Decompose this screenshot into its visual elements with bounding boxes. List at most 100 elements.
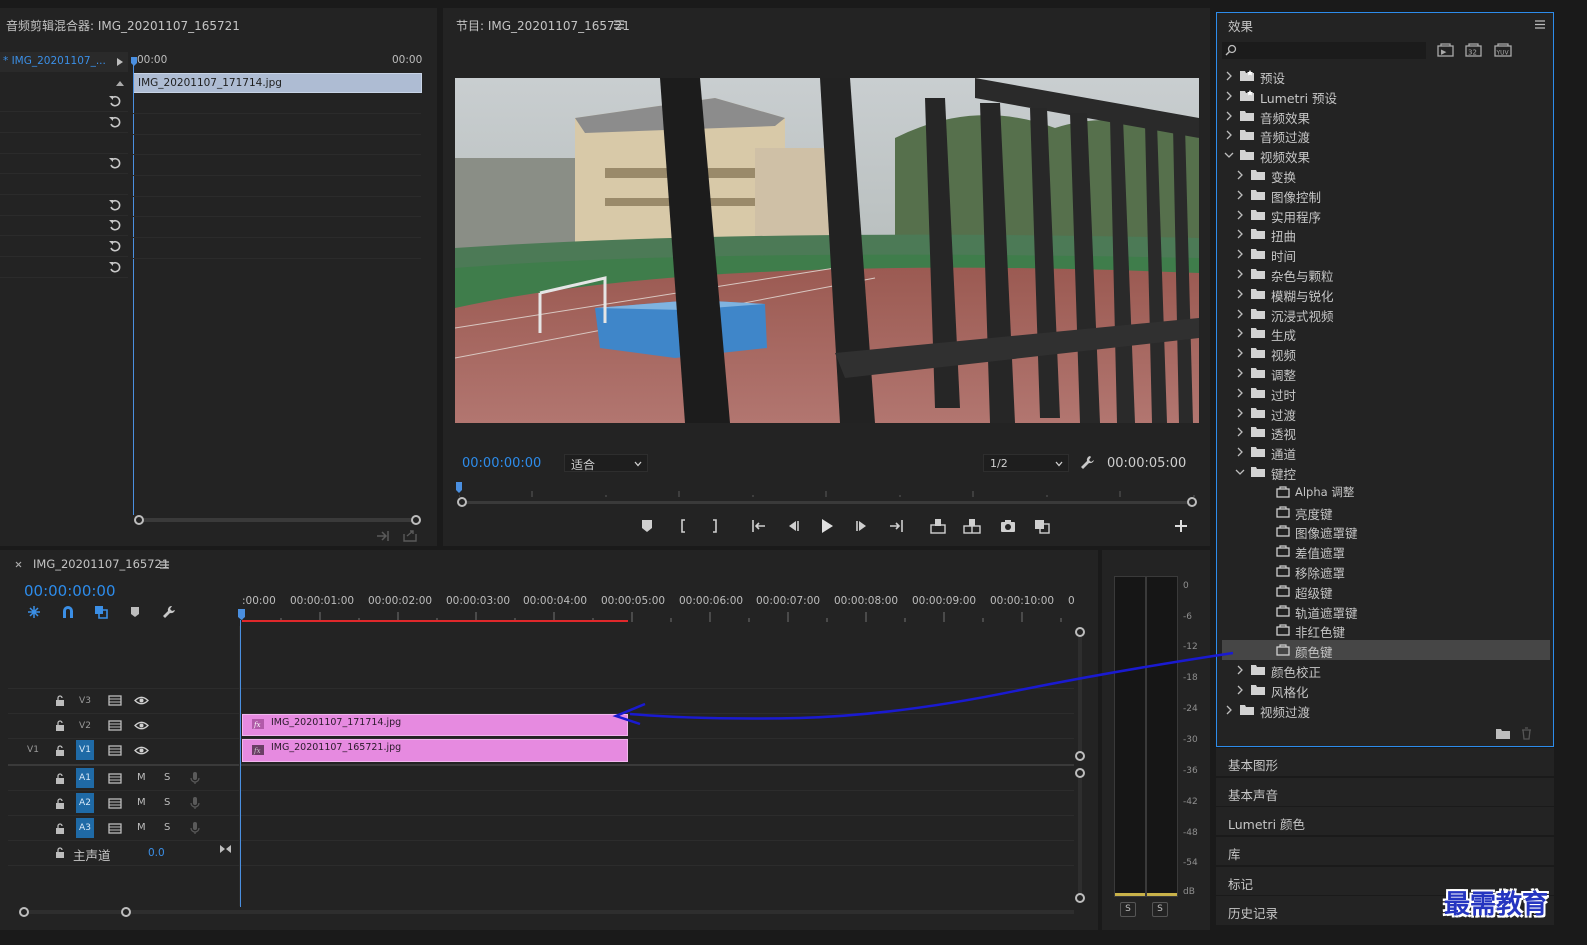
mark-in-icon[interactable]	[673, 516, 693, 536]
chevron-right-icon[interactable]	[1235, 367, 1245, 379]
program-resolution-select[interactable]: 1/2	[983, 454, 1069, 472]
solo-button[interactable]: S	[164, 822, 170, 833]
scroll-handle[interactable]	[1075, 627, 1085, 637]
effects-folder-item[interactable]: 颜色校正	[1222, 660, 1550, 680]
effect-item[interactable]: 移除遮罩	[1222, 561, 1550, 581]
chevron-right-icon[interactable]	[1235, 209, 1245, 221]
step-back-icon[interactable]	[783, 516, 803, 536]
track-label-a2[interactable]: A2	[76, 793, 94, 813]
program-video-frame[interactable]	[455, 78, 1199, 423]
step-forward-icon[interactable]	[852, 516, 872, 536]
effects-search-field[interactable]	[1222, 42, 1426, 59]
chevron-right-icon[interactable]	[1235, 347, 1245, 359]
panel-libraries[interactable]: 库	[1216, 836, 1554, 865]
mute-button[interactable]: M	[137, 772, 146, 783]
effect-item[interactable]: 轨道遮罩键	[1222, 601, 1550, 621]
timeline-playhead-line[interactable]	[240, 620, 241, 907]
eye-icon[interactable]	[134, 695, 149, 706]
chevron-right-icon[interactable]	[1235, 426, 1245, 438]
go-to-next-keyframe-icon[interactable]	[219, 844, 232, 854]
mixer-playhead[interactable]	[133, 60, 134, 515]
new-custom-bin-icon[interactable]	[1496, 728, 1510, 739]
effects-folder-item[interactable]: 沉浸式视频	[1222, 304, 1550, 324]
master-volume-value[interactable]: 0.0	[148, 847, 165, 859]
lock-icon[interactable]	[55, 695, 65, 706]
program-playhead-icon[interactable]	[455, 482, 463, 494]
mute-button[interactable]: M	[137, 822, 146, 833]
meter-solo-left-button[interactable]: S	[1120, 902, 1136, 917]
effects-folder-item[interactable]: 通道	[1222, 442, 1550, 462]
32bit-effects-icon[interactable]: 32	[1465, 43, 1482, 57]
timeline-settings-wrench-icon[interactable]	[162, 605, 176, 619]
timeline-playhead-handle[interactable]	[237, 609, 246, 621]
effects-folder-item[interactable]: 预设	[1222, 66, 1550, 86]
chevron-right-icon[interactable]	[1224, 110, 1234, 122]
effects-folder-item[interactable]: 实用程序	[1222, 205, 1550, 225]
effects-folder-item[interactable]: 调整	[1222, 363, 1550, 383]
program-scroll-handle-right[interactable]	[1187, 497, 1197, 507]
effects-folder-item[interactable]: 杂色与颗粒	[1222, 264, 1550, 284]
chevron-right-icon[interactable]	[1235, 248, 1245, 260]
mixer-playhead-handle[interactable]	[130, 57, 138, 67]
program-scroll-handle-left[interactable]	[457, 497, 467, 507]
eye-icon[interactable]	[134, 720, 149, 731]
timeline-menu-icon[interactable]	[160, 561, 169, 569]
effects-folder-item[interactable]: 过渡	[1222, 403, 1550, 423]
source-patch-v1[interactable]: V1	[24, 740, 42, 760]
wrench-icon[interactable]	[1080, 455, 1095, 470]
effects-folder-item[interactable]: 透视	[1222, 422, 1550, 442]
lock-icon[interactable]	[55, 823, 65, 834]
effects-folder-item[interactable]: 图像控制	[1222, 185, 1550, 205]
mixer-share-icon[interactable]	[403, 529, 417, 542]
program-title[interactable]: 节目: IMG_20201107_165721	[456, 17, 630, 34]
lift-icon[interactable]	[928, 516, 948, 536]
zoom-handle-left[interactable]	[19, 907, 29, 917]
chevron-right-icon[interactable]	[1235, 228, 1245, 240]
play-icon[interactable]	[817, 516, 837, 536]
chevron-right-icon[interactable]	[1235, 327, 1245, 339]
effect-item[interactable]: 颜色键	[1222, 640, 1550, 661]
mixer-export-icon[interactable]	[376, 530, 390, 542]
effects-folder-item[interactable]: 变换	[1222, 165, 1550, 185]
track-label-v3[interactable]: V3	[76, 691, 94, 711]
effects-folder-item[interactable]: 视频	[1222, 343, 1550, 363]
chevron-right-icon[interactable]	[1235, 268, 1245, 280]
reset-icon[interactable]	[108, 115, 122, 129]
lock-icon[interactable]	[55, 720, 65, 731]
add-marker-icon[interactable]	[129, 605, 141, 619]
clip-v1[interactable]: fx IMG_20201107_165721.jpg	[242, 739, 628, 762]
meter-solo-right-button[interactable]: S	[1152, 902, 1168, 917]
snap-magnet-icon[interactable]	[60, 604, 76, 620]
effects-folder-item[interactable]: Lumetri 预设	[1222, 86, 1550, 106]
program-timecode[interactable]: 00:00:00:00	[462, 456, 541, 471]
zoom-handle-right[interactable]	[121, 907, 131, 917]
effect-item[interactable]: Alpha 调整	[1222, 482, 1550, 502]
mark-out-icon[interactable]	[705, 516, 725, 536]
track-label-a1[interactable]: A1	[76, 768, 94, 788]
reset-icon[interactable]	[108, 94, 122, 108]
effects-folder-item[interactable]: 生成	[1222, 323, 1550, 343]
sync-lock-film-icon[interactable]	[108, 695, 122, 706]
effects-folder-item[interactable]: 扭曲	[1222, 224, 1550, 244]
chevron-right-icon[interactable]	[1235, 288, 1245, 300]
program-scroll-track[interactable]	[462, 501, 1192, 504]
mixer-sequence-item[interactable]: * IMG_20201107_...	[0, 52, 128, 72]
sync-lock-film-icon[interactable]	[108, 798, 122, 809]
solo-button[interactable]: S	[164, 797, 170, 808]
program-zoom-select[interactable]: 适合	[564, 454, 648, 472]
export-frame-camera-icon[interactable]	[998, 516, 1018, 536]
mixer-scroll-handle-left[interactable]	[134, 515, 144, 525]
microphone-icon[interactable]	[190, 796, 200, 810]
effects-folder-item[interactable]: 时间	[1222, 244, 1550, 264]
panel-essential-sound[interactable]: 基本声音	[1216, 777, 1554, 806]
mute-button[interactable]: M	[137, 797, 146, 808]
yuv-effects-icon[interactable]: YUV	[1494, 43, 1512, 57]
go-to-out-icon[interactable]	[886, 516, 906, 536]
reset-icon[interactable]	[108, 239, 122, 253]
effects-folder-item[interactable]: 风格化	[1222, 680, 1550, 700]
linked-selection-icon[interactable]	[93, 604, 109, 620]
extract-icon[interactable]	[962, 516, 982, 536]
panel-lumetri-color[interactable]: Lumetri 颜色	[1216, 806, 1554, 835]
go-to-in-icon[interactable]	[749, 516, 769, 536]
reset-icon[interactable]	[108, 198, 122, 212]
